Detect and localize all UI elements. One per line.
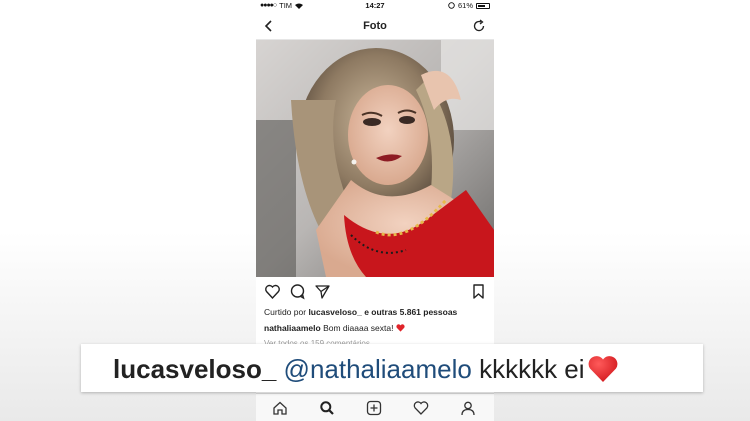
caption-text: Bom diaaaa sexta!	[323, 323, 394, 333]
liked-prefix: Curtido por	[264, 307, 307, 317]
caption-username[interactable]: nathaliaamelo	[264, 323, 321, 333]
photo-image	[256, 40, 494, 277]
status-right: 61%	[448, 1, 490, 10]
liked-others-link[interactable]: e outras 5.861 pessoas	[364, 307, 457, 317]
red-heart-icon	[396, 324, 405, 332]
search-icon[interactable]	[319, 400, 335, 416]
comment-body: kkkkkk ei	[479, 354, 585, 384]
battery-icon	[476, 2, 490, 9]
tab-bar	[256, 393, 494, 421]
add-icon[interactable]	[366, 400, 382, 416]
comment-username[interactable]: lucasveloso_	[113, 354, 276, 384]
post-photo[interactable]	[256, 40, 494, 277]
highlighted-comment: lucasveloso_ @nathaliaamelo kkkkkk ei	[81, 344, 703, 392]
share-icon[interactable]	[314, 283, 331, 300]
liked-user-link[interactable]: lucasveloso_	[308, 307, 361, 317]
nav-bar: Foto	[256, 12, 494, 40]
profile-icon[interactable]	[460, 400, 476, 416]
refresh-icon[interactable]	[472, 19, 486, 33]
activity-icon[interactable]	[413, 400, 429, 416]
page-title: Foto	[363, 20, 387, 32]
heart-icon[interactable]	[264, 283, 281, 300]
likes-summary: Curtido por lucasveloso_ e outras 5.861 …	[264, 307, 457, 317]
alarm-icon	[448, 2, 455, 9]
red-heart-emoji-icon	[588, 356, 617, 382]
status-bar: ●●●●○ TIM 14:27 61%	[256, 0, 494, 12]
highlighted-comment-text: lucasveloso_ @nathaliaamelo kkkkkk ei	[113, 354, 619, 385]
bookmark-icon[interactable]	[470, 283, 487, 300]
post-actions	[256, 283, 494, 301]
home-icon[interactable]	[272, 400, 288, 416]
battery-percent: 61%	[457, 1, 473, 10]
comment-mention[interactable]: @nathaliaamelo	[284, 354, 472, 384]
post-caption: nathaliaamelo Bom diaaaa sexta!	[264, 323, 405, 333]
comment-icon[interactable]	[289, 283, 306, 300]
